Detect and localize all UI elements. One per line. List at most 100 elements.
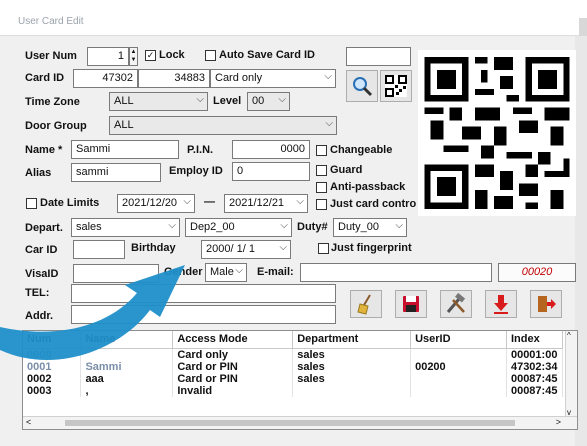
just-fingerprint-label: Just fingerprint (331, 242, 412, 254)
cell-index: 47302:34 (506, 360, 564, 373)
duty-label: Duty# (297, 221, 328, 233)
user-num-spinner[interactable]: ▲ ▼ (129, 47, 138, 66)
column-header-userid[interactable]: UserID (410, 331, 507, 349)
card-id-input-a[interactable]: 47302 (73, 69, 138, 88)
chevron-down-icon: ⌵ (280, 220, 288, 231)
anti-passback-checkbox[interactable] (316, 182, 327, 193)
user-num-input[interactable]: 1 (87, 47, 129, 66)
auto-save-checkbox[interactable] (205, 50, 216, 61)
cell-index: 00001:00 (506, 348, 564, 361)
hammer-wrench-icon (446, 293, 466, 313)
card-id-input-b[interactable]: 34883 (138, 69, 210, 88)
vertical-scrollbar[interactable]: ^ v (565, 331, 577, 417)
gender-select[interactable]: Male ⌵ (205, 263, 247, 282)
column-header-num[interactable]: Num (23, 331, 82, 349)
visa-id-label: VisaID (25, 268, 59, 280)
name-input[interactable]: Sammi (71, 140, 179, 159)
addr-input[interactable] (71, 305, 336, 324)
search-button[interactable] (346, 70, 378, 102)
cell-department: sales (292, 372, 412, 385)
just-card-checkbox[interactable] (316, 199, 327, 210)
magnifier-icon (353, 77, 373, 97)
time-zone-select[interactable]: ALL ⌵ (109, 92, 208, 111)
table-row[interactable]: 0001 Sammi Card or PIN sales 00200 47302… (23, 360, 564, 373)
changeable-label: Changeable (330, 144, 393, 156)
card-mode-value: Card only (215, 72, 263, 84)
extra-input[interactable] (346, 47, 411, 66)
chevron-down-icon: ⌵ (324, 71, 332, 82)
clear-button[interactable] (350, 290, 382, 318)
date-to-picker[interactable]: 2021/12/21 ⌵ (224, 194, 308, 213)
chevron-up-icon[interactable]: ^ (567, 331, 571, 340)
column-header-department[interactable]: Department (292, 331, 412, 349)
gender-label: Gender (164, 266, 203, 278)
cell-userid: 00200 (410, 360, 507, 373)
car-id-input[interactable] (73, 240, 125, 259)
download-button[interactable] (485, 290, 517, 318)
table-row[interactable]: 0003 , Invalid 00087:45 (23, 384, 564, 397)
chevron-down-icon: ⌵ (279, 242, 287, 253)
tel-label: TEL: (25, 287, 50, 299)
birthday-picker[interactable]: 2000/ 1/ 1 ⌵ (201, 240, 291, 259)
email-input[interactable] (300, 263, 492, 282)
user-card-table[interactable]: Num Name Access Mode Department UserID I… (22, 330, 578, 430)
door-group-select[interactable]: ALL ⌵ (109, 116, 337, 135)
qr-button[interactable] (380, 70, 412, 102)
cell-index: 00087:45 (506, 372, 564, 385)
employ-id-input[interactable]: 0 (232, 162, 310, 181)
table-row[interactable]: 0002 aaa Card or PIN sales 00087:45 (23, 372, 564, 385)
tel-input[interactable] (71, 284, 336, 303)
guard-checkbox[interactable] (316, 165, 327, 176)
level-select[interactable]: 00 ⌵ (247, 92, 290, 111)
depart-select[interactable]: sales ⌵ (71, 218, 180, 237)
visa-id-input[interactable] (73, 264, 159, 283)
floppy-disk-icon (403, 296, 419, 312)
cell-access-mode: Card only (172, 348, 294, 361)
birthday-label: Birthday (131, 242, 176, 254)
chevron-left-icon[interactable]: < (26, 417, 31, 427)
chevron-down-icon: ⌵ (395, 220, 403, 231)
card-mode-select[interactable]: Card only ⌵ (210, 69, 336, 88)
column-header-index[interactable]: Index (506, 331, 564, 349)
exit-button[interactable] (530, 290, 562, 318)
birthday-value: 2000/ 1/ 1 (206, 243, 255, 255)
table-row[interactable]: 0000 Card only sales 00001:00 (23, 348, 564, 361)
date-limits-checkbox[interactable] (26, 198, 37, 209)
duty-select[interactable]: Duty_00 ⌵ (333, 218, 407, 237)
date-limits-label: Date Limits (40, 197, 100, 209)
alias-label: Alias (25, 167, 52, 179)
title-bar: User Card Edit (0, 0, 587, 36)
cell-num: 0001 (23, 360, 82, 373)
cell-name: Sammi (80, 360, 174, 373)
save-button[interactable] (395, 290, 427, 318)
duty-value: Duty_00 (338, 221, 379, 233)
code-display: 00020 (498, 263, 576, 282)
cell-userid (410, 372, 507, 385)
chevron-right-icon[interactable]: > (556, 417, 561, 427)
cell-name (80, 348, 174, 361)
column-header-access-mode[interactable]: Access Mode (172, 331, 294, 349)
date-separator: — (204, 196, 215, 208)
cell-department (292, 384, 412, 397)
email-label: E-mail: (257, 266, 294, 278)
lock-checkbox[interactable]: ✓ (145, 50, 156, 61)
cell-access-mode: Invalid (172, 384, 294, 397)
dep2-select[interactable]: Dep2_00 ⌵ (185, 218, 292, 237)
tools-button[interactable] (440, 290, 472, 318)
chevron-down-icon: ⌵ (168, 220, 176, 231)
cell-access-mode: Card or PIN (172, 372, 294, 385)
just-fingerprint-checkbox[interactable] (318, 243, 329, 254)
chevron-down-icon: ⌵ (196, 94, 204, 105)
scrollbar-thumb[interactable] (65, 420, 515, 426)
date-from-picker[interactable]: 2021/12/20 ⌵ (117, 194, 195, 213)
pin-input[interactable]: 0000 (232, 140, 310, 159)
addr-label: Addr. (25, 310, 54, 322)
table-header-row: Num Name Access Mode Department UserID I… (23, 331, 564, 349)
column-header-name[interactable]: Name (80, 331, 174, 349)
broom-icon (357, 294, 371, 315)
changeable-checkbox[interactable] (316, 145, 327, 156)
chevron-down-icon: ⌵ (278, 94, 286, 105)
horizontal-scrollbar[interactable]: < > (23, 416, 577, 429)
alias-input[interactable]: sammi (71, 163, 161, 182)
cell-department: sales (292, 348, 412, 361)
